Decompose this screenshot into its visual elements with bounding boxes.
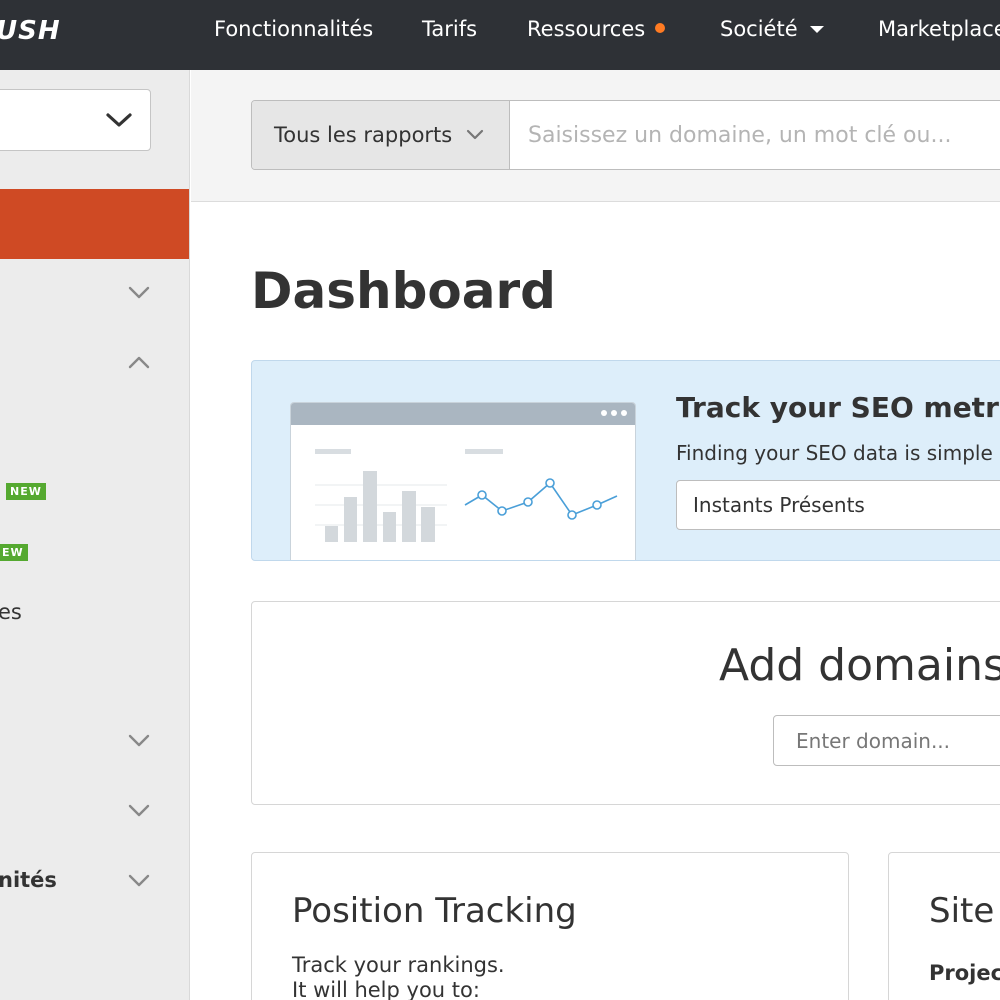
new-badge: EW — [0, 544, 28, 561]
project-select-value: Instants Présents — [693, 493, 865, 517]
reports-dropdown[interactable]: Tous les rapports — [252, 101, 510, 169]
search-bar: Tous les rapports — [251, 100, 1000, 170]
top-navigation: USH Fonctionnalités Tarifs Ressources So… — [0, 0, 1000, 70]
site-audit-card[interactable]: Site A Projec — [888, 852, 1000, 1000]
browser-bar — [291, 403, 635, 425]
search-input[interactable] — [510, 101, 1000, 169]
brand-logo[interactable]: USH — [0, 16, 61, 46]
card-title: Site A — [929, 891, 1000, 931]
sidebar: NEW EW es nités — [0, 70, 190, 1000]
search-header: Tous les rapports — [191, 70, 1000, 202]
chevron-down-icon — [467, 129, 484, 140]
add-domains-title: Add domains — [719, 640, 1000, 691]
position-tracking-card[interactable]: Position Tracking Track your rankings. I… — [251, 852, 849, 1000]
chevron-down-icon[interactable] — [128, 874, 150, 888]
nav-item-label: Tarifs — [422, 17, 478, 41]
nav-item-tarifs[interactable]: Tarifs — [422, 17, 477, 41]
seo-metrics-banner: Track your SEO metrics Finding your SEO … — [251, 360, 1000, 561]
add-domains-panel: Add domains — [251, 601, 1000, 805]
notification-dot-icon — [655, 23, 666, 33]
banner-title: Track your SEO metrics — [676, 391, 1000, 424]
nav-item-ressources[interactable]: Ressources — [527, 17, 666, 41]
chevron-down-icon[interactable] — [128, 286, 150, 300]
dashboard-illustration — [290, 402, 636, 560]
chevron-down-icon[interactable] — [128, 804, 150, 818]
chevron-down-icon[interactable] — [128, 734, 150, 748]
nav-item-marketplace[interactable]: Marketplace — [878, 17, 1000, 41]
nav-item-fonctionnalites[interactable]: Fonctionnalités — [214, 17, 373, 41]
sidebar-item-label[interactable]: es — [0, 600, 22, 624]
chevron-up-icon[interactable] — [128, 355, 150, 369]
banner-subtitle: Finding your SEO data is simple — [676, 441, 993, 465]
card-description: Track your rankings. It will help you to… — [292, 953, 505, 1000]
nav-item-label: Marketplace — [878, 17, 1000, 41]
reports-dropdown-label: Tous les rapports — [274, 123, 453, 147]
card-description-line: It will help you to: — [292, 978, 480, 1000]
sidebar-item-active[interactable] — [0, 189, 189, 259]
page-title: Dashboard — [251, 262, 556, 320]
card-title: Position Tracking — [292, 891, 577, 931]
domain-input[interactable] — [773, 715, 1000, 766]
nav-item-label: Ressources — [527, 17, 646, 41]
card-subtitle: Projec — [929, 961, 1000, 985]
sidebar-item-label[interactable]: nités — [0, 868, 57, 892]
more-dots-icon — [601, 410, 627, 416]
nav-item-label: Fonctionnalités — [214, 17, 374, 41]
nav-item-societe[interactable]: Société — [720, 17, 824, 41]
sidebar-project-select[interactable] — [0, 89, 151, 151]
new-badge: NEW — [6, 483, 46, 500]
project-select[interactable]: Instants Présents — [676, 480, 1000, 530]
card-description-line: Track your rankings. — [292, 953, 505, 977]
caret-down-icon — [809, 26, 824, 33]
nav-item-label: Société — [720, 17, 798, 41]
chevron-down-icon — [106, 113, 132, 127]
chart-illustration — [315, 449, 618, 542]
